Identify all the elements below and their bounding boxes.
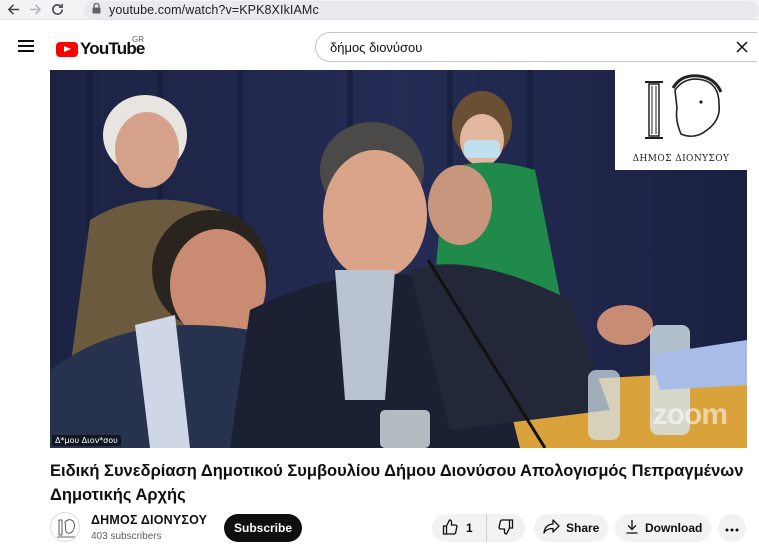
like-button[interactable]: 1 — [432, 514, 487, 542]
municipality-logo: ΔΗΜΟΣ ΔΙΟΝΥΣΟΥ — [615, 70, 747, 170]
like-count: 1 — [466, 521, 473, 535]
dislike-button[interactable] — [487, 514, 525, 542]
browser-toolbar: youtube.com/watch?v=KPK8XIkIAMc — [0, 0, 759, 20]
search-box — [315, 32, 757, 62]
back-arrow-icon[interactable] — [2, 0, 24, 20]
video-corner-caption: Δ*μου Διον*σου — [52, 435, 121, 446]
download-label: Download — [645, 521, 703, 535]
forward-arrow-icon[interactable] — [24, 0, 46, 20]
share-label: Share — [566, 521, 600, 535]
clear-icon[interactable] — [735, 40, 749, 54]
thumbs-down-icon — [498, 518, 514, 538]
channel-avatar[interactable] — [50, 512, 80, 542]
menu-icon[interactable] — [18, 40, 34, 52]
address-bar[interactable]: youtube.com/watch?v=KPK8XIkIAMc — [84, 1, 759, 19]
more-actions-button[interactable] — [718, 514, 746, 542]
subscribe-button[interactable]: Subscribe — [224, 514, 302, 542]
zoom-watermark: zoom — [652, 398, 728, 431]
youtube-play-icon — [56, 41, 78, 57]
share-icon — [543, 519, 560, 537]
video-title: Ειδική Συνεδρίαση Δημοτικού Συμβουλίου Δ… — [50, 462, 744, 504]
logo-caption: ΔΗΜΟΣ ΔΙΟΝΥΣΟΥ — [632, 154, 730, 164]
download-button[interactable]: Download — [615, 514, 711, 542]
share-button[interactable]: Share — [534, 514, 608, 542]
thumbs-up-icon — [442, 518, 458, 538]
like-dislike-group: 1 — [432, 514, 525, 542]
region-code: GR — [132, 35, 144, 44]
url-text: youtube.com/watch?v=KPK8XIkIAMc — [109, 3, 319, 17]
lock-icon — [92, 1, 101, 19]
more-icon — [725, 519, 739, 537]
video-player[interactable]: ΔΗΜΟΣ ΔΙΟΝΥΣΟΥ zoom Δ*μου Διον*σου — [50, 70, 747, 448]
channel-name[interactable]: ΔΗΜΟΣ ΔΙΟΝΥΣΟΥ — [91, 513, 207, 527]
youtube-header: YouTube GR — [0, 20, 759, 70]
subscriber-count: 403 subscribers — [91, 531, 162, 542]
search-input[interactable] — [316, 39, 716, 55]
download-icon — [625, 519, 639, 537]
dionysus-head-icon — [645, 74, 723, 139]
reload-icon[interactable] — [46, 0, 68, 20]
